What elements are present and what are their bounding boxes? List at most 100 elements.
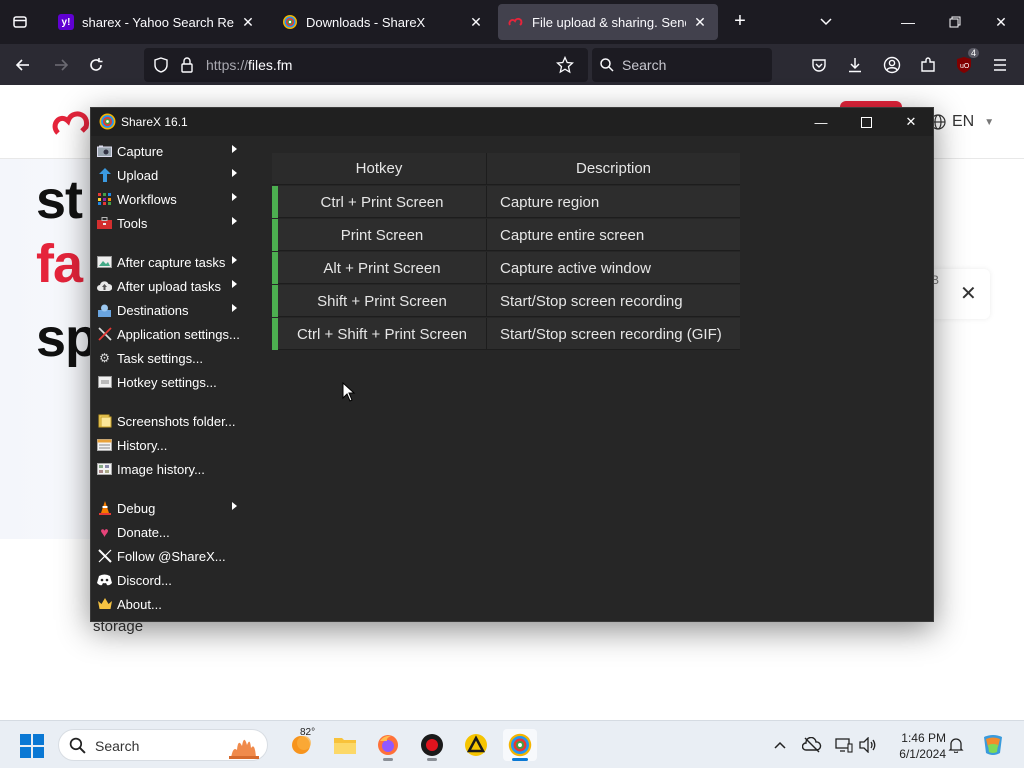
bookmark-star-icon[interactable] bbox=[552, 52, 578, 78]
crown-icon bbox=[97, 597, 112, 611]
menu-item-destinations[interactable]: Destinations bbox=[97, 299, 249, 321]
notification-bell-icon[interactable] bbox=[946, 735, 966, 755]
reload-icon[interactable] bbox=[83, 52, 109, 78]
language-label: EN bbox=[952, 113, 975, 130]
tab-close-icon[interactable]: ✕ bbox=[468, 14, 484, 31]
windows-start-icon[interactable] bbox=[20, 734, 44, 758]
firefox-icon[interactable] bbox=[371, 729, 405, 761]
menu-item-debug[interactable]: Debug bbox=[97, 497, 249, 519]
x-logo-icon bbox=[97, 549, 112, 563]
menu-item-hotkey-settings[interactable]: Hotkey settings... bbox=[97, 371, 249, 393]
lock-icon[interactable] bbox=[174, 52, 200, 78]
menu-item-screenshots-folder[interactable]: Screenshots folder... bbox=[97, 410, 249, 432]
ublock-origin-icon[interactable]: uO 4 bbox=[951, 48, 979, 78]
extensions-puzzle-icon[interactable] bbox=[915, 52, 941, 78]
network-icon[interactable] bbox=[834, 735, 854, 755]
upload-arrow-icon bbox=[97, 168, 112, 182]
menu-item-about[interactable]: About... bbox=[97, 593, 249, 615]
file-explorer-icon[interactable] bbox=[328, 729, 362, 761]
menu-item-upload[interactable]: Upload bbox=[97, 164, 249, 186]
tab-yahoo-search[interactable]: y! sharex - Yahoo Search Results ✕ bbox=[48, 4, 266, 40]
close-icon[interactable]: ✕ bbox=[986, 8, 1016, 36]
hotkey-row[interactable]: Shift + Print Screen Start/Stop screen r… bbox=[272, 285, 740, 317]
hamburger-menu-icon[interactable] bbox=[987, 52, 1013, 78]
search-input[interactable]: Search bbox=[592, 48, 772, 82]
shield-icon[interactable] bbox=[148, 52, 174, 78]
column-header-description[interactable]: Description bbox=[486, 153, 740, 185]
chevron-up-icon[interactable] bbox=[770, 735, 790, 755]
hotkey-row[interactable]: Ctrl + Shift + Print Screen Start/Stop s… bbox=[272, 318, 740, 350]
destinations-icon bbox=[97, 303, 112, 317]
submenu-arrow-icon bbox=[232, 256, 237, 264]
close-icon[interactable]: ✕ bbox=[891, 110, 931, 134]
menu-item-workflows[interactable]: Workflows bbox=[97, 188, 249, 210]
submenu-arrow-icon bbox=[232, 145, 237, 153]
minimize-icon[interactable]: — bbox=[801, 110, 841, 134]
download-icon[interactable] bbox=[842, 52, 868, 78]
tab-close-icon[interactable]: ✕ bbox=[692, 14, 708, 31]
menu-item-application-settings[interactable]: Application settings... bbox=[97, 323, 249, 345]
sharex-logo-icon bbox=[99, 113, 116, 130]
running-indicator bbox=[383, 758, 393, 761]
copilot-icon[interactable] bbox=[980, 733, 1006, 757]
sharex-title-bar[interactable]: ShareX 16.1 — ✕ bbox=[91, 108, 933, 136]
search-placeholder: Search bbox=[622, 57, 667, 73]
menu-item-history[interactable]: History... bbox=[97, 434, 249, 456]
tab-close-icon[interactable]: ✕ bbox=[240, 14, 256, 31]
menu-item-label: About... bbox=[117, 596, 162, 612]
hotkey-row[interactable]: Ctrl + Print Screen Capture region bbox=[272, 186, 740, 218]
cookie-notice: B ✕ bbox=[930, 269, 990, 319]
sharex-window: ShareX 16.1 — ✕ Capture Upload Workflows… bbox=[90, 107, 934, 622]
obs-record-icon[interactable] bbox=[415, 729, 449, 761]
running-indicator bbox=[427, 758, 437, 761]
minimize-icon[interactable]: — bbox=[893, 8, 923, 36]
app-triangle-icon[interactable] bbox=[459, 729, 493, 761]
tab-sharex-downloads[interactable]: Downloads - ShareX ✕ bbox=[272, 4, 494, 40]
hotkey-row[interactable]: Alt + Print Screen Capture active window bbox=[272, 252, 740, 284]
menu-item-discord[interactable]: Discord... bbox=[97, 569, 249, 591]
toolbox-icon bbox=[97, 216, 112, 230]
menu-item-label: Image history... bbox=[117, 461, 205, 477]
restore-icon[interactable] bbox=[940, 8, 970, 36]
menu-item-donate[interactable]: ♥ Donate... bbox=[97, 521, 249, 543]
column-header-hotkey[interactable]: Hotkey bbox=[272, 153, 486, 185]
hotkey-keys: Print Screen bbox=[340, 226, 424, 244]
tab-files-fm[interactable]: File upload & sharing. Send lar ✕ bbox=[498, 4, 718, 40]
tab-overview-icon[interactable] bbox=[8, 10, 32, 34]
chevron-down-icon[interactable] bbox=[814, 10, 838, 34]
filesfm-logo-icon[interactable] bbox=[52, 107, 92, 141]
maximize-icon[interactable] bbox=[846, 110, 886, 134]
submenu-arrow-icon bbox=[232, 193, 237, 201]
language-selector[interactable]: EN ▼ bbox=[930, 113, 994, 131]
sharex-window-title: ShareX 16.1 bbox=[121, 115, 188, 129]
close-icon[interactable]: ✕ bbox=[960, 281, 977, 306]
address-bar[interactable]: https://files.fm bbox=[144, 48, 588, 82]
clock-time: 1:46 PM bbox=[901, 731, 946, 745]
menu-item-after-upload-tasks[interactable]: After upload tasks bbox=[97, 275, 249, 297]
menu-item-label: Application settings... bbox=[117, 326, 240, 342]
wrench-screwdriver-icon bbox=[97, 327, 112, 341]
menu-item-follow-sharex[interactable]: Follow @ShareX... bbox=[97, 545, 249, 567]
menu-item-label: Workflows bbox=[117, 191, 177, 207]
volume-icon[interactable] bbox=[858, 735, 878, 755]
hero-heading-line-2: fa bbox=[36, 234, 83, 294]
back-arrow-icon[interactable] bbox=[10, 52, 36, 78]
hotkey-row[interactable]: Print Screen Capture entire screen bbox=[272, 219, 740, 251]
pocket-icon[interactable] bbox=[806, 52, 832, 78]
menu-item-label: History... bbox=[117, 437, 168, 453]
account-icon[interactable] bbox=[879, 52, 905, 78]
onedrive-offline-icon[interactable] bbox=[802, 735, 822, 755]
sharex-taskbar-icon[interactable] bbox=[503, 729, 537, 761]
menu-item-label: Discord... bbox=[117, 572, 172, 588]
system-clock[interactable]: 1:46 PM 6/1/2024 bbox=[888, 730, 946, 762]
menu-item-image-history[interactable]: Image history... bbox=[97, 458, 249, 480]
menu-item-tools[interactable]: Tools bbox=[97, 212, 249, 234]
menu-item-after-capture-tasks[interactable]: After capture tasks bbox=[97, 251, 249, 273]
taskbar-search-input[interactable]: Search bbox=[58, 729, 268, 761]
running-indicator bbox=[512, 758, 528, 761]
new-tab-plus-icon[interactable]: + bbox=[728, 10, 752, 34]
yahoo-icon: y! bbox=[58, 14, 74, 30]
menu-item-task-settings[interactable]: ⚙ Task settings... bbox=[97, 347, 249, 369]
menu-item-capture[interactable]: Capture bbox=[97, 140, 249, 162]
forward-arrow-icon[interactable] bbox=[48, 52, 74, 78]
